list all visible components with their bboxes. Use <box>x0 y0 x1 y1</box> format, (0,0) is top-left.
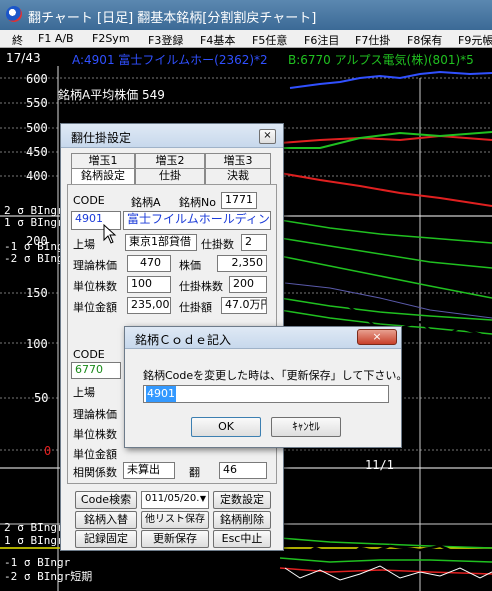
average-price-label: 銘柄A平均株価 549 <box>58 88 165 102</box>
market-b-label: 上場 <box>73 386 95 399</box>
settings-dialog-title: 翻仕掛設定 <box>71 131 132 145</box>
y-axis-label-0: 0 <box>44 444 52 458</box>
hane-field[interactable]: 46 <box>219 462 267 479</box>
record-counter: 17/43 <box>6 51 41 65</box>
date-select-value: 011/05/20. <box>145 493 200 504</box>
mouse-cursor-icon <box>103 224 117 244</box>
y-axis-label-50: 50 <box>34 391 49 405</box>
shikake-count-field[interactable]: 2 <box>241 234 267 251</box>
settings-dialog-titlebar: 翻仕掛設定 × <box>61 124 283 148</box>
y-axis-label-150: 150 <box>26 286 48 300</box>
stock-a-label: A:4901 富士フイルムホー(2362)*2 <box>72 53 268 67</box>
theory-price-field[interactable]: 470 <box>127 255 171 272</box>
fixed-setting-button[interactable]: 定数設定 <box>213 491 271 509</box>
close-icon[interactable]: × <box>357 329 397 345</box>
ok-button[interactable]: OK <box>191 417 261 437</box>
code-dialog-message: 銘柄Codeを変更した時は、「更新保存」して下さい。 <box>143 369 408 382</box>
unit-shares-label: 単位株数 <box>73 280 117 293</box>
other-list-save-button[interactable]: 他リスト保存 <box>141 511 209 529</box>
app-icon <box>6 6 22 22</box>
window-title: 翻チャート [日足] 翻基本銘柄[分割割戻チャート] <box>28 11 317 26</box>
hane-label: 翻 <box>189 466 200 479</box>
code-search-button[interactable]: Code検索 <box>75 491 137 509</box>
update-save-button[interactable]: 更新保存 <box>141 530 209 548</box>
esc-button[interactable]: Esc中止 <box>213 530 271 548</box>
date-select[interactable]: 011/05/20. ▼ <box>141 491 209 509</box>
correlation-field[interactable]: 未算出 <box>123 462 175 479</box>
market-label: 上場 <box>73 238 95 251</box>
menu-item-f5[interactable]: F5任意 <box>252 32 287 48</box>
shikake-shares-field[interactable]: 200 <box>229 276 267 293</box>
band-label-1s: 1 σ BIngr <box>4 216 64 229</box>
shikake-shares-label: 仕掛株数 <box>179 280 223 293</box>
meigara-a-label: 銘柄A <box>131 196 161 209</box>
unit-amount-field[interactable]: 235,000 <box>127 297 171 314</box>
menu-item-end[interactable]: 終 <box>12 32 23 48</box>
record-fix-button[interactable]: 記録固定 <box>75 530 137 548</box>
menu-bar: 終 F1 A/B F2Sym F3登録 F4基本 F5任意 F6注目 F7仕掛 … <box>0 30 492 48</box>
price-field[interactable]: 2,350 <box>217 255 267 272</box>
menu-item-f7[interactable]: F7仕掛 <box>355 32 390 48</box>
market-field[interactable]: 東京1部貸借 <box>125 234 197 251</box>
menu-item-f8[interactable]: F8保有 <box>407 32 442 48</box>
code-input[interactable]: 4901 <box>143 385 389 403</box>
band-label-bottom-1s: 1 σ BIngr <box>4 534 64 547</box>
code-dialog-title: 銘柄Ｃｏｄｅ記入 <box>135 333 232 347</box>
band-label-bottom-m2s: -2 σ BIngr短期 <box>4 570 93 583</box>
code-label: CODE <box>73 194 105 207</box>
y-axis-label-500: 500 <box>26 121 48 135</box>
swap-button[interactable]: 銘柄入替 <box>75 511 137 529</box>
unit-shares-field[interactable]: 100 <box>127 276 171 293</box>
correlation-label: 相関係数 <box>73 466 117 479</box>
code-dialog-titlebar: 銘柄Ｃｏｄｅ記入 × <box>125 327 401 349</box>
code-input-value: 4901 <box>146 386 176 402</box>
y-axis-label-550: 550 <box>26 96 48 110</box>
unit-shares-b-label: 単位株数 <box>73 428 117 441</box>
shikake-amount-label: 仕掛額 <box>179 301 212 314</box>
menu-item-f4[interactable]: F4基本 <box>200 32 235 48</box>
unit-amount-label: 単位金額 <box>73 301 117 314</box>
tab-kessai[interactable]: 決裁 <box>205 168 271 184</box>
stock-b-label: B:6770 アルプス電気(株)(801)*5 <box>288 53 474 67</box>
band-label-bottom-2s: 2 σ BIngr <box>4 521 64 534</box>
menu-item-f9[interactable]: F9元帳 <box>458 32 492 48</box>
y-axis-label-450: 450 <box>26 145 48 159</box>
code-dialog: 銘柄Ｃｏｄｅ記入 × 銘柄Codeを変更した時は、「更新保存」して下さい。 49… <box>124 326 407 448</box>
shikake-count-label: 仕掛数 <box>201 238 234 251</box>
theory-price-label: 理論株価 <box>73 259 117 272</box>
tab-shikake[interactable]: 仕掛 <box>135 168 205 184</box>
y-axis-label-100: 100 <box>26 337 48 351</box>
cancel-button[interactable]: ｷｬﾝｾﾙ <box>271 417 341 437</box>
y-axis-label-400: 400 <box>26 169 48 183</box>
price-label: 株価 <box>179 259 201 272</box>
shikake-amount-field[interactable]: 47.0万円 <box>221 297 267 314</box>
title-bar: 翻チャート [日足] 翻基本銘柄[分割割戻チャート] <box>0 0 492 30</box>
theory-price-b-label: 理論株価 <box>73 408 117 421</box>
code-b-label: CODE <box>73 348 105 361</box>
date-label: 11/1 <box>365 458 394 472</box>
tab-masu3[interactable]: 増玉3 <box>205 153 271 168</box>
unit-amount-b-label: 単位金額 <box>73 448 117 461</box>
tab-masu1[interactable]: 増玉1 <box>71 153 135 168</box>
y-axis-label-600: 600 <box>26 72 48 86</box>
meigara-no-field[interactable]: 1771 <box>221 192 257 209</box>
close-icon[interactable]: × <box>259 129 276 144</box>
tab-meigara-settei[interactable]: 銘柄設定 <box>71 168 135 184</box>
menu-item-f3[interactable]: F3登録 <box>148 32 183 48</box>
chevron-down-icon[interactable]: ▼ <box>200 492 206 506</box>
menu-item-f2[interactable]: F2Sym <box>92 32 130 45</box>
tab-masu2[interactable]: 増玉2 <box>135 153 205 168</box>
meigara-no-label: 銘柄No <box>179 196 216 209</box>
menu-item-f6[interactable]: F6注目 <box>304 32 339 48</box>
menu-item-f1[interactable]: F1 A/B <box>38 32 74 45</box>
delete-button[interactable]: 銘柄削除 <box>213 511 271 529</box>
name-a-field[interactable]: 富士フイルムホールディン <box>123 211 271 230</box>
code-b-field[interactable]: 6770 <box>71 362 121 379</box>
